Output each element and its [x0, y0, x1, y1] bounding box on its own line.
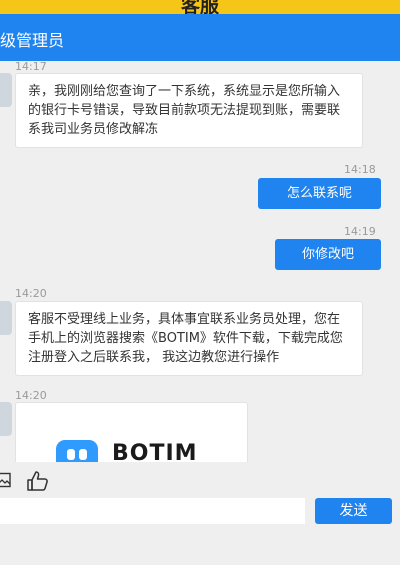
message-timestamp: 14:20 — [15, 389, 47, 402]
botim-wordmark: BOTIM — [112, 441, 198, 462]
app-title-bar: 客服 — [0, 0, 400, 14]
message-timestamp: 14:20 — [15, 287, 47, 300]
composer: 发送 — [0, 498, 400, 530]
app-title: 客服 — [180, 0, 219, 14]
send-button[interactable]: 发送 — [315, 498, 392, 524]
message-timestamp: 14:18 — [344, 163, 376, 176]
message-bubble-incoming[interactable]: 亲，我刚刚给您查询了一下系统，系统显示是您所输入的银行卡号错误，导致目前款项无法… — [15, 73, 363, 148]
chat-partner-title: 级管理员 — [0, 31, 65, 50]
bottom-spacer — [0, 530, 400, 565]
image-message[interactable]: BOTIM — [15, 402, 248, 462]
message-text: 亲，我刚刚给您查询了一下系统，系统显示是您所输入的银行卡号错误，导致目前款项无法… — [28, 84, 341, 137]
message-bubble-outgoing[interactable]: 你修改吧 — [275, 239, 381, 270]
chat-header: 级管理员 — [0, 14, 400, 61]
botim-logo-icon — [56, 440, 98, 462]
composer-toolbar — [0, 462, 400, 498]
message-text: 你修改吧 — [301, 247, 354, 262]
message-list[interactable]: 14:17 亲，我刚刚给您查询了一下系统，系统显示是您所输入的银行卡号错误，导致… — [0, 61, 400, 462]
avatar[interactable] — [0, 301, 12, 335]
thumbs-up-icon[interactable] — [26, 470, 50, 496]
message-timestamp: 14:17 — [15, 62, 47, 72]
message-bubble-outgoing[interactable]: 怎么联系呢 — [258, 178, 381, 209]
message-bubble-incoming[interactable]: 客服不受理线上业务，具体事宜联系业务员处理，您在手机上的浏览器搜索《BOTIM》… — [15, 301, 363, 376]
message-timestamp: 14:19 — [344, 225, 376, 238]
avatar[interactable] — [0, 73, 12, 107]
image-icon[interactable] — [0, 472, 11, 492]
avatar[interactable] — [0, 402, 12, 436]
message-text: 客服不受理线上业务，具体事宜联系业务员处理，您在手机上的浏览器搜索《BOTIM》… — [28, 312, 343, 365]
message-text: 怎么联系呢 — [286, 186, 352, 201]
message-input[interactable] — [0, 498, 305, 524]
